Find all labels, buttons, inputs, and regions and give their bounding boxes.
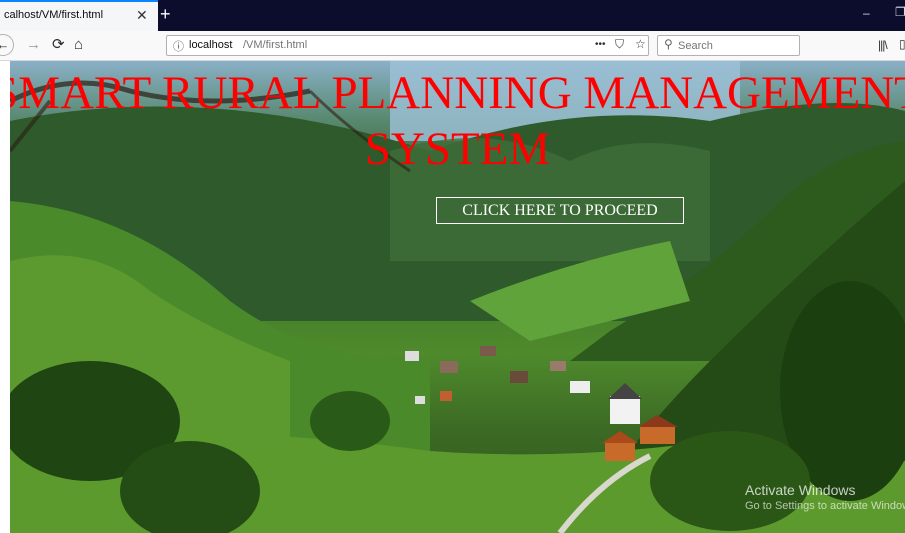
restore-button[interactable]: ❐ xyxy=(895,5,905,19)
tab-close-icon[interactable]: ✕ xyxy=(136,7,148,24)
activate-windows-title: Activate Windows xyxy=(745,482,856,498)
page-title-line-2: SYSTEM xyxy=(364,123,551,175)
info-icon[interactable]: ⓘ xyxy=(173,38,184,54)
reload-icon[interactable]: ⟳ xyxy=(52,36,65,54)
tab-title: calhost/VM/first.html xyxy=(4,9,104,21)
sidebar-icon[interactable]: ▯ xyxy=(899,37,905,51)
url-host: localhost xyxy=(189,39,233,51)
minimize-button[interactable]: – xyxy=(863,6,870,20)
home-icon[interactable]: ⌂ xyxy=(74,36,83,54)
page-actions-icon[interactable]: ••• xyxy=(595,39,606,50)
forward-arrow-icon[interactable]: → xyxy=(26,36,41,54)
page-title-line-1: SMART RURAL PLANNING MANAGEMENT xyxy=(10,67,905,119)
activate-windows-subtitle: Go to Settings to activate Windows. xyxy=(745,500,905,512)
new-tab-button[interactable]: + xyxy=(160,4,171,24)
page-margin xyxy=(0,61,10,533)
proceed-button[interactable]: CLICK HERE TO PROCEED xyxy=(436,197,684,224)
active-tab[interactable]: calhost/VM/first.html ✕ xyxy=(0,0,158,31)
pocket-icon[interactable]: ⛉ xyxy=(615,37,624,52)
url-path: /VM/first.html xyxy=(243,39,308,51)
bookmark-star-icon[interactable]: ☆ xyxy=(635,37,646,51)
library-icon[interactable]: |||\ xyxy=(878,38,888,52)
address-bar[interactable]: ⓘ localhost /VM/first.html ••• ⛉ ☆ xyxy=(166,35,649,56)
page-title: SMART RURAL PLANNING MANAGEMENT xyxy=(10,66,905,121)
navigation-bar: ← → ⟳ ⌂ ⓘ localhost /VM/first.html ••• ⛉… xyxy=(0,31,905,61)
page-background: SMART RURAL PLANNING MANAGEMENT SYSTEM C… xyxy=(10,61,905,533)
search-input[interactable] xyxy=(678,38,793,53)
back-arrow-icon[interactable]: ← xyxy=(0,34,14,56)
search-box[interactable]: ⚲ xyxy=(657,35,800,56)
tab-bar: calhost/VM/first.html ✕ + – ❐ xyxy=(0,0,905,31)
activate-windows-watermark: Activate Windows Go to Settings to activ… xyxy=(745,481,905,513)
search-icon: ⚲ xyxy=(664,37,673,51)
